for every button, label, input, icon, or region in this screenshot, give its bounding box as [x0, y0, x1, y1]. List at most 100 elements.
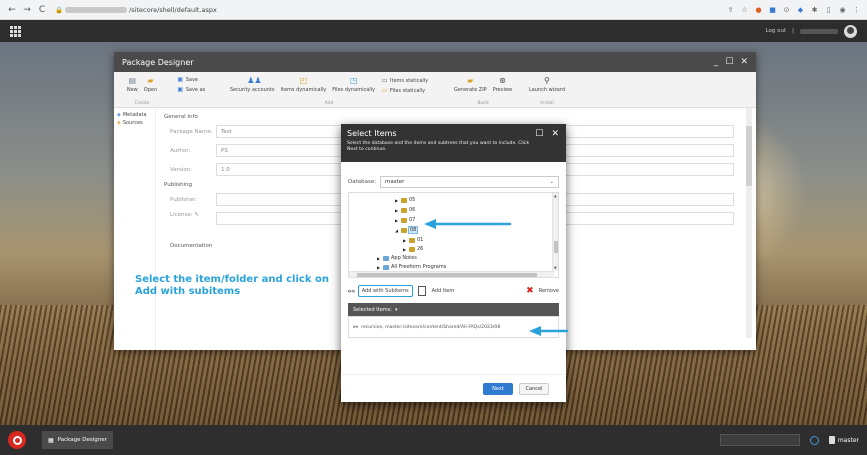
folder-icon [383, 255, 389, 261]
expand-arrow-icon[interactable]: ▶ [395, 218, 399, 223]
taskbar: ▦ Package Designer master [0, 425, 867, 455]
logout-link[interactable]: Log out [766, 28, 787, 34]
edit-icon[interactable]: ✎ [194, 212, 199, 218]
author-label: Author: [170, 147, 191, 154]
files-statically-button[interactable]: ▭ Files statically [381, 87, 428, 94]
tree-vertical-scrollbar[interactable]: ▲ ▼ [552, 193, 558, 271]
folder-icon [401, 207, 407, 213]
generate-zip-button[interactable]: ▰ Generate ZIP [454, 76, 487, 93]
files-dynamically-button[interactable]: ◳ Files dynamically [332, 76, 375, 93]
menu-icon[interactable]: ⋮ [852, 5, 861, 14]
folder-icon [401, 217, 407, 223]
star-icon[interactable]: ☆ [740, 5, 749, 14]
folder-icon: ▰ [147, 76, 154, 85]
items-static-icon: ▭ [381, 77, 388, 84]
tree-node-05[interactable]: ▶ 05 [395, 197, 415, 203]
expand-arrow-icon[interactable]: ▶ [395, 208, 399, 213]
close-icon[interactable]: ✕ [740, 57, 748, 67]
scroll-up-icon[interactable]: ▲ [554, 194, 557, 198]
expand-arrow-icon[interactable]: ▶ [395, 198, 399, 203]
remove-button[interactable]: ✖ Remove [526, 286, 559, 296]
globe-icon[interactable] [809, 435, 819, 445]
add-with-subitems-button[interactable]: ⚯ Add with Subitems [348, 285, 413, 297]
item-actions: ⚯ Add with Subitems Add Item ✖ Remove [348, 284, 559, 298]
taskbar-item-package-designer[interactable]: ▦ Package Designer [42, 431, 113, 449]
launch-wizard-button[interactable]: ⚲ Launch wizard [529, 76, 565, 93]
sidebar-item-sources[interactable]: ◈ Sources [117, 120, 152, 126]
items-statically-button[interactable]: ▭ Items statically [381, 77, 428, 84]
group-label: Add [324, 101, 334, 106]
preview-button[interactable]: ⊛ Preview [493, 76, 512, 93]
tree-node-26[interactable]: ▶ 26 [403, 246, 423, 252]
users-icon: ♟♟ [247, 76, 262, 85]
database-indicator[interactable]: master [828, 436, 859, 444]
tree-node-08[interactable]: ◢ 08 [395, 226, 419, 234]
app-grid-icon[interactable] [10, 25, 21, 37]
sidebar-icon[interactable]: ▯ [824, 5, 833, 14]
open-button[interactable]: ▰ Open [144, 76, 157, 93]
tree-node-all-freeform[interactable]: ▶ All Freeform Programs [377, 264, 446, 270]
maximize-icon[interactable]: ☐ [535, 129, 543, 139]
address-bar[interactable]: 🔒 /sitecore/shell/default.aspx [55, 3, 217, 17]
wizard-icon: ⚲ [544, 76, 550, 85]
collapse-arrow-icon[interactable]: ◢ [395, 228, 399, 233]
add-item-button[interactable]: Add Item [417, 286, 454, 296]
profile-icon[interactable]: ◉ [838, 5, 847, 14]
zip-folder-icon: ▰ [467, 76, 474, 85]
expand-arrow-icon[interactable]: ▶ [377, 265, 381, 270]
tree-link-icon: ⚯ [353, 323, 359, 331]
next-button[interactable]: Next [483, 382, 513, 395]
chevron-down-icon: ⌄ [549, 179, 554, 185]
reload-icon[interactable]: C [36, 4, 48, 16]
share-icon[interactable]: ⇪ [726, 5, 735, 14]
security-accounts-button[interactable]: ♟♟ Security accounts [230, 76, 275, 93]
lock-icon: 🔒 [55, 5, 64, 14]
extension-icon[interactable]: ● [754, 5, 763, 14]
database-select[interactable]: master ⌄ [380, 176, 559, 188]
pointer-arrow-tree [424, 219, 512, 229]
tree-node-06[interactable]: ▶ 06 [395, 207, 415, 213]
pointer-arrow-selected [529, 326, 569, 336]
cancel-button[interactable]: Cancel [519, 382, 549, 395]
forward-arrow-icon[interactable]: → [21, 4, 33, 16]
tree-node-07[interactable]: ▶ 07 [395, 217, 415, 223]
extension-icon[interactable]: ■ [768, 5, 777, 14]
maximize-icon[interactable]: ☐ [725, 57, 733, 67]
selected-item[interactable]: recursive, master:/sitecore/content/Shar… [361, 325, 500, 330]
selected-items-header[interactable]: Selected Items: ▾ [348, 303, 559, 316]
close-icon[interactable]: ✕ [551, 129, 559, 139]
expand-arrow-icon[interactable]: ▶ [403, 247, 407, 252]
tree-node-app-notes[interactable]: ▶ App Notes [377, 255, 417, 261]
new-button[interactable]: ▤ New [127, 76, 138, 93]
select-items-dialog: Select Items Select the database and the… [341, 124, 566, 402]
tree-node-01[interactable]: ▶ 01 [403, 237, 423, 243]
separator: | [792, 28, 794, 34]
taskbar-search[interactable] [719, 434, 800, 446]
save-as-button[interactable]: ▣ Save as [177, 86, 205, 93]
extension-icon[interactable]: ◆ [796, 5, 805, 14]
start-button[interactable] [8, 431, 26, 449]
avatar[interactable] [844, 24, 857, 38]
minimize-icon[interactable]: _ [714, 57, 719, 67]
expand-arrow-icon[interactable]: ▶ [377, 256, 381, 261]
dialog-header: Select Items Select the database and the… [341, 124, 566, 162]
sitecore-topbar: Log out | [0, 20, 867, 42]
extension-icon[interactable]: ⊙ [782, 5, 791, 14]
metadata-icon: ◈ [117, 112, 121, 118]
dialog-title: Select Items [347, 129, 397, 138]
window-scrollbar[interactable] [746, 108, 752, 338]
puzzle-icon[interactable]: ✱ [810, 5, 819, 14]
dialog-description: Select the database and the items and su… [347, 141, 530, 152]
chevron-down-icon: ▾ [394, 306, 398, 313]
expand-arrow-icon[interactable]: ▶ [403, 238, 407, 243]
group-label: Install [540, 101, 554, 106]
scroll-down-icon[interactable]: ▼ [554, 266, 557, 270]
window-titlebar[interactable]: Package Designer _ ☐ ✕ [114, 52, 756, 72]
url-text: /sitecore/shell/default.aspx [129, 5, 217, 14]
sidebar-item-metadata[interactable]: ◈ Metadata [117, 112, 152, 118]
save-button[interactable]: ▣ Save [177, 76, 206, 83]
sidebar: ◈ Metadata ◈ Sources [114, 108, 156, 350]
back-arrow-icon[interactable]: ← [6, 4, 18, 16]
tree-horizontal-scrollbar[interactable] [349, 271, 554, 277]
items-dynamically-button[interactable]: ◰ Items dynamically [281, 76, 327, 93]
